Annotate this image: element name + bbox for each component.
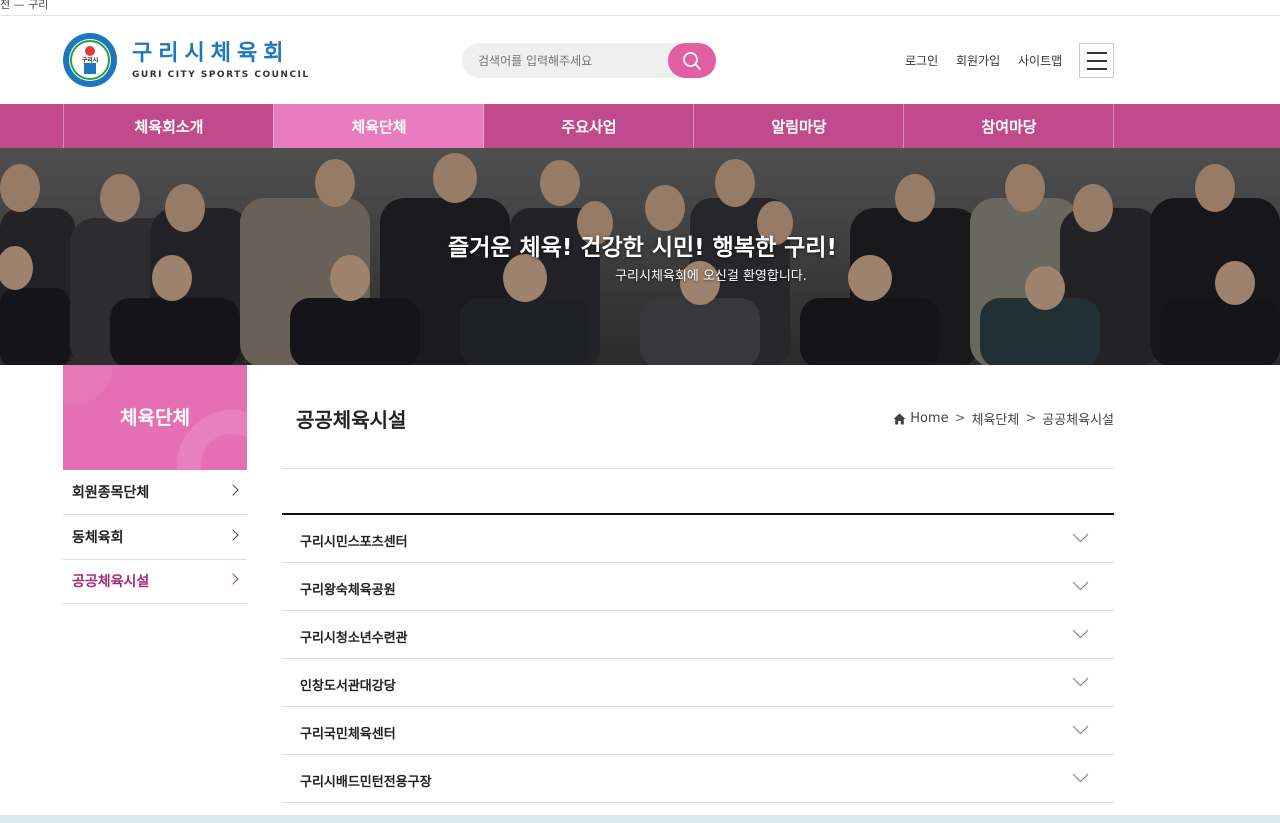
- search-button[interactable]: [668, 43, 716, 78]
- breadcrumb-section[interactable]: 체육단체: [971, 409, 1019, 428]
- facility-accordion-row[interactable]: 구리왕숙체육공원: [282, 563, 1114, 611]
- banner-subtitle: 구리시체육회에 오신걸 환영합니다.: [615, 269, 807, 284]
- sitemap-link[interactable]: 사이트맵: [1018, 52, 1062, 69]
- breadcrumb-home[interactable]: Home: [910, 411, 948, 426]
- chevron-down-icon: [1072, 622, 1089, 639]
- signup-link[interactable]: 회원가입: [956, 52, 1000, 69]
- sidebar-item-label: 공공체육시설: [72, 574, 150, 590]
- chevron-right-icon: [227, 573, 239, 585]
- breadcrumb-separator: >: [954, 411, 966, 426]
- breadcrumb-current[interactable]: 공공체육시설: [1042, 409, 1114, 428]
- nav-item-participation[interactable]: 참여마당: [903, 104, 1114, 148]
- sidebar-heading: 체육단체: [63, 365, 247, 470]
- chevron-down-icon: [1072, 526, 1089, 543]
- search-input[interactable]: [478, 43, 668, 78]
- facility-accordion-row[interactable]: 구리시민스포츠센터: [282, 515, 1114, 563]
- login-link[interactable]: 로그인: [905, 52, 938, 69]
- logo-emblem-label: 구리시: [82, 56, 99, 64]
- logo-title: 구리시체육회: [132, 40, 290, 66]
- hamburger-menu-button[interactable]: [1079, 43, 1114, 78]
- facility-name: 구리시배드민턴전용구장: [300, 775, 432, 790]
- site-logo[interactable]: 구리시 구리시체육회 GURI CITY SPORTS COUNCIL: [62, 32, 310, 88]
- divider: [282, 468, 1114, 469]
- search-box: [462, 43, 716, 78]
- browser-top-strip: 전 — 구리: [0, 0, 1280, 16]
- logo-emblem-icon: 구리시: [63, 33, 117, 87]
- chevron-right-icon: [227, 529, 239, 541]
- breadcrumb: Home > 체육단체 > 공공체육시설: [893, 409, 1114, 428]
- bottom-bar: [0, 815, 1280, 823]
- facility-accordion-row[interactable]: 구리국민체육센터: [282, 707, 1114, 755]
- sidebar-heading-label: 체육단체: [120, 407, 190, 429]
- hero-banner: 즐거운 체육! 건강한 시민! 행복한 구리! 구리시체육회에 오신걸 환영합니…: [0, 148, 1280, 365]
- facility-accordion-row[interactable]: 구리시청소년수련관: [282, 611, 1114, 659]
- nav-item-notices[interactable]: 알림마당: [693, 104, 904, 148]
- page-title: 공공체육시설: [296, 408, 407, 432]
- nav-item-projects[interactable]: 주요사업: [483, 104, 694, 148]
- facility-accordion-row[interactable]: 구리시배드민턴전용구장: [282, 755, 1114, 803]
- chevron-down-icon: [1072, 766, 1089, 783]
- nav-item-about[interactable]: 체육회소개: [63, 104, 274, 148]
- facility-name: 구리국민체육센터: [300, 727, 396, 742]
- site-header: 구리시 구리시체육회 GURI CITY SPORTS COUNCIL 로그인 …: [0, 16, 1280, 104]
- facility-name: 구리왕숙체육공원: [300, 583, 396, 598]
- nav-item-organizations[interactable]: 체육단체: [273, 104, 484, 148]
- sidebar-item-member-associations[interactable]: 회원종목단체: [63, 470, 247, 515]
- chevron-right-icon: [227, 484, 239, 496]
- sidebar-item-label: 동체육회: [72, 530, 124, 546]
- facility-accordion-row[interactable]: 인창도서관대강당: [282, 659, 1114, 707]
- breadcrumb-separator: >: [1025, 411, 1037, 426]
- facility-name: 구리시민스포츠센터: [300, 535, 408, 550]
- sidebar-item-label: 회원종목단체: [72, 485, 150, 501]
- main-nav: 체육회소개 체육단체 주요사업 알림마당 참여마당: [0, 104, 1280, 148]
- search-icon: [683, 51, 701, 70]
- chevron-down-icon: [1072, 574, 1089, 591]
- chevron-down-icon: [1072, 670, 1089, 687]
- home-icon: [893, 413, 906, 424]
- chevron-down-icon: [1072, 718, 1089, 735]
- logo-subtitle: GURI CITY SPORTS COUNCIL: [132, 69, 310, 80]
- facility-name: 구리시청소년수련관: [300, 631, 408, 646]
- top-strip-text: 전 — 구리: [0, 0, 49, 11]
- banner-title: 즐거운 체육! 건강한 시민! 행복한 구리!: [448, 235, 837, 261]
- facility-name: 인창도서관대강당: [300, 679, 396, 694]
- sidebar-item-dong-councils[interactable]: 동체육회: [63, 515, 247, 560]
- sidebar-item-public-facilities[interactable]: 공공체육시설: [63, 559, 247, 604]
- hamburger-icon: [1086, 51, 1107, 54]
